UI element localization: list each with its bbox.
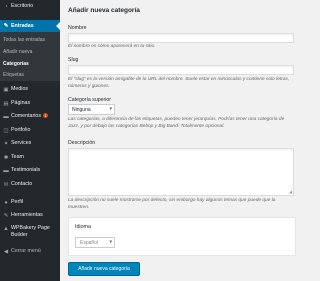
sidebar-item-portfolio[interactable]: ◫ Portfolio: [0, 127, 60, 135]
wpbakery-icon: ▲: [3, 226, 9, 232]
portfolio-icon: ◫: [3, 128, 9, 134]
pages-icon: ▤: [3, 101, 9, 107]
comments-icon: ▬: [3, 114, 9, 120]
admin-sidebar: ◔ Escritorio ✎ Entradas Todas las entrad…: [0, 0, 60, 281]
sidebar-item-medios[interactable]: ▣ Medios: [0, 86, 60, 94]
tools-icon: ✎: [3, 213, 9, 219]
collapse-icon: ◀: [3, 249, 9, 255]
language-label: Idioma: [75, 224, 91, 230]
language-box: Idioma Español ▾: [68, 217, 296, 256]
form-heading: Añadir nueva categoría: [68, 7, 140, 14]
pin-icon: ✎: [3, 23, 9, 29]
add-category-button[interactable]: Añadir nueva categoría: [68, 262, 140, 276]
sidebar-item-testimonials[interactable]: ▬ Testimonials: [0, 167, 60, 175]
services-icon: ✦: [3, 141, 9, 147]
submenu-item-etiquetas[interactable]: Etiquetas: [3, 72, 24, 78]
description-help: La descripción no suele mostrarse por de…: [68, 198, 276, 210]
parent-value: Ninguna: [72, 106, 91, 113]
parent-label: Categoría superior: [68, 97, 111, 103]
description-label: Descripción: [68, 140, 96, 146]
submenu-item-categorias[interactable]: Categorías: [3, 61, 29, 67]
submenu-entradas: Todas las entradas Añadir nueva Categorí…: [0, 32, 60, 81]
sidebar-item-contacto[interactable]: ✉ Contacto: [0, 181, 60, 189]
submenu-item-todas[interactable]: Todas las entradas: [3, 37, 45, 43]
parent-help: Las categorías, a diferencia de las etiq…: [68, 117, 285, 129]
name-label: Nombre: [68, 25, 87, 31]
submenu-item-anadir[interactable]: Añadir nueva: [3, 49, 32, 55]
sidebar-item-paginas[interactable]: ▤ Páginas: [0, 100, 60, 108]
add-category-form: Añadir nueva categoría Nombre El nombre …: [62, 0, 300, 281]
slug-input[interactable]: [68, 65, 294, 75]
sidebar-item-wpbakery[interactable]: ▲ WPBakery Page Builder: [0, 225, 60, 241]
testimonials-icon: ▬: [3, 168, 9, 174]
user-icon: ●: [4, 200, 8, 206]
team-icon: ✱: [3, 155, 9, 161]
sidebar-item-services[interactable]: ✦ Services: [0, 140, 60, 148]
media-icon: ▣: [3, 87, 9, 93]
name-input[interactable]: [68, 33, 294, 43]
slug-label: Slug: [68, 57, 79, 63]
description-textarea[interactable]: ◢: [68, 148, 294, 196]
sidebar-collapse-button[interactable]: ◀ Cerrar menú: [0, 248, 60, 256]
sidebar-item-team[interactable]: ✱ Team: [0, 154, 60, 162]
resize-handle-icon[interactable]: ◢: [289, 190, 292, 194]
sidebar-item-herramientas[interactable]: ✎ Herramientas: [0, 212, 60, 220]
comments-count-badge: 1: [43, 113, 49, 119]
sidebar-item-comentarios[interactable]: ▬ Comentarios 1: [0, 113, 60, 121]
sidebar-item-entradas[interactable]: ✎ Entradas: [0, 20, 60, 32]
contact-icon: ✉: [3, 182, 9, 188]
comentarios-label: Comentarios: [11, 113, 42, 119]
language-value: Español: [80, 239, 99, 246]
slug-help: El “slug” es la versión amigable de la U…: [68, 77, 290, 89]
name-help: El nombre es cómo aparecerá en tu sitio.: [68, 44, 156, 49]
language-select[interactable]: Español ▾: [75, 237, 115, 248]
active-arrow: [56, 22, 60, 30]
chevron-down-icon: ▾: [109, 239, 112, 245]
sidebar-item-escritorio[interactable]: ◔ Escritorio: [0, 3, 60, 11]
chevron-down-icon: ▾: [109, 106, 112, 112]
sidebar-item-perfil[interactable]: ● Perfil: [0, 199, 60, 207]
dashboard-icon: ◔: [4, 4, 8, 10]
parent-category-select[interactable]: Ninguna ▾: [68, 104, 115, 115]
